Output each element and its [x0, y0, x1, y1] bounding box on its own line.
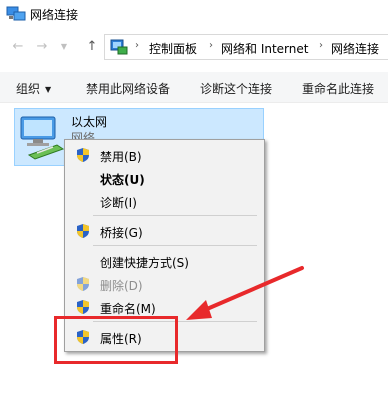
menu-item-delete: 删除(D)	[65, 273, 264, 295]
breadcrumb-network-connections[interactable]: 网络连接	[331, 40, 379, 57]
menu-item-label: 禁用(B)	[100, 150, 142, 164]
organize-button[interactable]: 组织 ▼	[16, 80, 51, 97]
connection-name: 以太网	[71, 115, 108, 129]
back-arrow-icon[interactable]: ←	[10, 39, 26, 55]
organize-label: 组织	[16, 82, 41, 96]
menu-item-rename[interactable]: 重命名(M)	[65, 296, 264, 318]
breadcrumb-control-panel[interactable]: 控制面板	[149, 40, 197, 57]
menu-item-label: 桥接(G)	[100, 226, 143, 240]
up-arrow-icon[interactable]: ↑	[84, 39, 100, 55]
forward-arrow-icon[interactable]: →	[34, 39, 50, 55]
shield-icon	[77, 224, 89, 238]
recent-locations-chevron-icon[interactable]: ▼	[56, 39, 72, 55]
ethernet-adapter-icon	[20, 116, 65, 160]
address-bar[interactable]: › 控制面板 › 网络和 Internet › 网络连接	[104, 34, 388, 60]
menu-item-disable[interactable]: 禁用(B)	[65, 144, 264, 166]
disable-device-button[interactable]: 禁用此网络设备	[86, 80, 170, 97]
window-title: 网络连接	[30, 8, 79, 22]
shield-icon	[77, 148, 89, 162]
menu-item-diagnose[interactable]: 诊断(I)	[65, 190, 264, 212]
breadcrumb-separator-icon: ›	[135, 40, 139, 51]
menu-item-create-shortcut[interactable]: 创建快捷方式(S)	[65, 250, 264, 272]
menu-item-label: 重命名(M)	[100, 302, 156, 316]
menu-separator	[93, 215, 257, 216]
network-connections-icon	[6, 6, 26, 21]
menu-item-label: 创建快捷方式(S)	[100, 256, 189, 270]
menu-item-bridge[interactable]: 桥接(G)	[65, 220, 264, 242]
menu-item-label: 删除(D)	[100, 279, 143, 293]
breadcrumb-separator-icon: ›	[319, 40, 323, 51]
rename-connection-button[interactable]: 重命名此连接	[302, 80, 374, 97]
chevron-down-icon: ▼	[45, 85, 52, 94]
shield-icon	[77, 277, 89, 291]
breadcrumb-network-internet[interactable]: 网络和 Internet	[221, 40, 308, 57]
breadcrumb-separator-icon: ›	[209, 40, 213, 51]
menu-item-label: 状态(U)	[100, 173, 145, 187]
menu-item-status[interactable]: 状态(U)	[65, 167, 264, 189]
menu-separator	[93, 245, 257, 246]
shield-icon	[77, 300, 89, 314]
diagnose-button[interactable]: 诊断这个连接	[200, 80, 272, 97]
menu-item-label: 诊断(I)	[100, 196, 137, 210]
control-panel-icon	[110, 39, 128, 55]
highlight-box	[54, 316, 178, 364]
command-toolbar: 组织 ▼ 禁用此网络设备 诊断这个连接 重命名此连接	[0, 72, 388, 103]
title-bar: 网络连接	[0, 0, 388, 30]
